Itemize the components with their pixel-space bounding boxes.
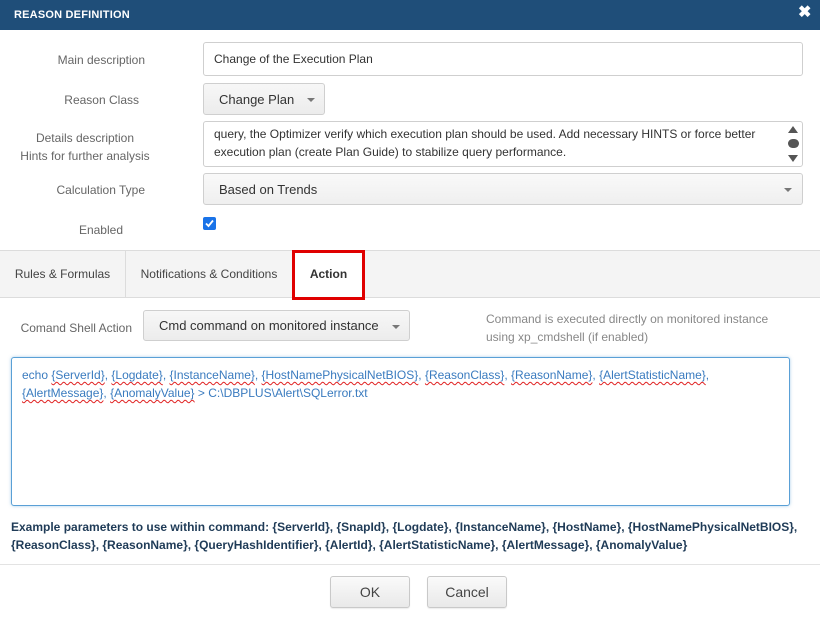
details-line2: execution plan (create Plan Guide) to st…: [214, 145, 567, 159]
example-line2: {ReasonClass}, {ReasonName}, {QueryHashI…: [11, 538, 688, 552]
main-description-input[interactable]: Change of the Execution Plan: [203, 42, 803, 76]
cmd-text: ,: [705, 368, 710, 382]
cmd-param: {Logdate}: [111, 368, 163, 382]
cmd-param: {ReasonClass}: [424, 368, 505, 382]
reason-class-label: Reason Class: [64, 93, 139, 107]
hint-line1: Command is executed directly on monitore…: [486, 312, 769, 326]
cmd-text: ,: [254, 368, 262, 382]
details-label-line1: Details description: [35, 131, 135, 145]
main-description-value: Change of the Execution Plan: [214, 52, 373, 66]
close-icon[interactable]: ✖: [798, 5, 812, 21]
cmd-text: echo: [22, 368, 52, 382]
cmd-text: ,: [418, 368, 425, 382]
details-line1: query, the Optimizer verify which execut…: [214, 127, 756, 141]
dialog-title: REASON DEFINITION: [14, 9, 130, 21]
cmd-param: {AnomalyValue}: [110, 386, 195, 400]
cmd-param: {HostNamePhysicalNetBIOS}: [261, 368, 419, 382]
command-textarea[interactable]: echo {ServerId}, {Logdate}, {InstanceNam…: [11, 357, 790, 506]
chevron-down-icon: [307, 98, 315, 102]
command-text: echo {ServerId}, {Logdate}, {InstanceNam…: [22, 366, 779, 402]
chevron-down-icon: [392, 325, 400, 329]
reason-class-value: Change Plan: [219, 92, 295, 107]
details-label-line2: Hints for further analysis: [20, 149, 150, 163]
tab-notifications-conditions[interactable]: Notifications & Conditions: [126, 251, 293, 297]
tab-bar: Rules & Formulas Notifications & Conditi…: [0, 250, 820, 298]
cmd-param: {InstanceName}: [169, 368, 255, 382]
shell-action-value: Cmd command on monitored instance: [159, 318, 379, 333]
cmd-text: > C:\DBPLUS\Alert\SQLerror.txt: [194, 386, 368, 400]
cmd-param: {AlertMessage}: [22, 386, 104, 400]
calculation-type-label: Calculation Type: [56, 183, 146, 197]
tab-action[interactable]: Action: [293, 251, 364, 298]
shell-action-hint: Command is executed directly on monitore…: [486, 310, 796, 346]
scroll-down-icon[interactable]: [788, 155, 798, 162]
shell-action-label: Comand Shell Action: [20, 321, 132, 335]
cmd-param: {ServerId}: [51, 368, 105, 382]
example-parameters: Example parameters to use within command…: [11, 518, 811, 554]
example-line1: Example parameters to use within command…: [11, 520, 798, 534]
tab-rules-formulas[interactable]: Rules & Formulas: [0, 251, 126, 297]
main-description-label: Main description: [57, 53, 145, 67]
details-textarea[interactable]: query, the Optimizer verify which execut…: [203, 121, 803, 167]
reason-class-select[interactable]: Change Plan: [203, 83, 325, 115]
details-label: Details description Hints for further an…: [20, 129, 150, 165]
details-text: query, the Optimizer verify which execut…: [214, 125, 782, 161]
footer-divider: [0, 564, 820, 565]
enabled-checkbox[interactable]: [203, 217, 216, 230]
cmd-param: {ReasonName}: [511, 368, 593, 382]
chevron-down-icon: [784, 188, 792, 192]
calculation-type-value: Based on Trends: [219, 182, 318, 197]
ok-button[interactable]: OK: [330, 576, 410, 608]
shell-action-select[interactable]: Cmd command on monitored instance: [143, 310, 410, 341]
calculation-type-select[interactable]: Based on Trends: [203, 173, 803, 205]
checkmark-icon: [205, 219, 214, 228]
enabled-label: Enabled: [78, 223, 123, 237]
dialog-titlebar: REASON DEFINITION ✖: [0, 0, 820, 30]
cmd-text: ,: [504, 368, 512, 382]
scroll-up-icon[interactable]: [788, 126, 798, 133]
cmd-param: {AlertStatisticName}: [599, 368, 706, 382]
hint-line2: using xp_cmdshell (if enabled): [486, 330, 649, 344]
cancel-button[interactable]: Cancel: [427, 576, 507, 608]
scrollbar-thumb[interactable]: [788, 139, 799, 148]
